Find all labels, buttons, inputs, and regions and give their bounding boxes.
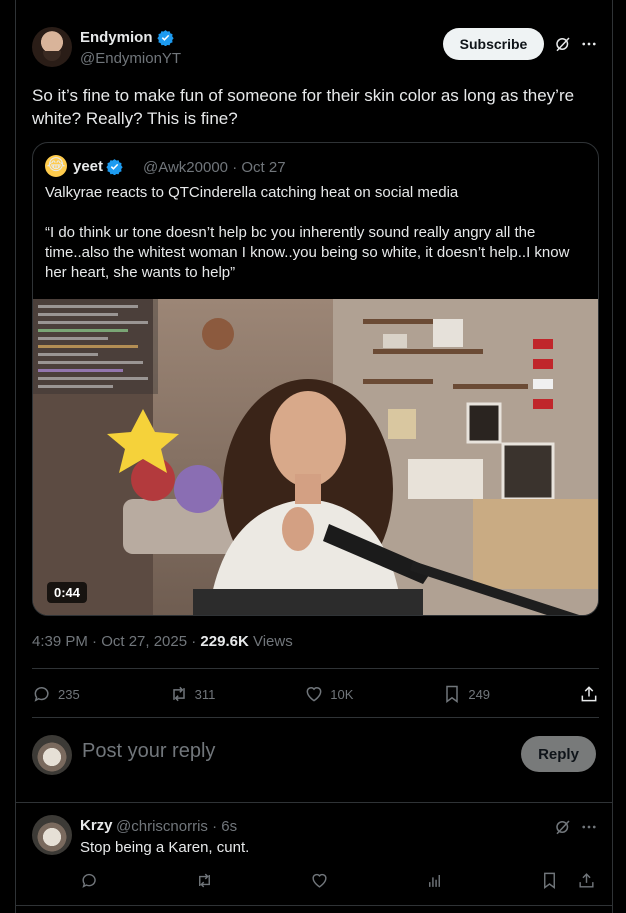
- bookmark-icon: [446, 685, 459, 703]
- reply-action[interactable]: 235: [32, 684, 80, 704]
- quote-text: Valkyrae reacts to QTCinderella catching…: [45, 183, 585, 283]
- grok-icon[interactable]: [553, 817, 573, 837]
- reply-button[interactable]: Reply: [521, 736, 596, 772]
- reply-author-handle[interactable]: @chriscnorris: [116, 818, 208, 835]
- repost-icon: [172, 686, 185, 702]
- reply-icon: [34, 687, 49, 702]
- divider: [16, 905, 612, 906]
- quote-date[interactable]: · Oct 27: [232, 159, 285, 176]
- views-label: Views: [248, 633, 293, 650]
- reply-author-name[interactable]: Krzy: [80, 817, 113, 834]
- reply-time[interactable]: · 6s: [212, 818, 237, 835]
- divider: [32, 668, 599, 669]
- like-count: 10K: [330, 686, 354, 702]
- action-bar: 235 311 10K 249: [32, 682, 599, 706]
- repost-icon[interactable]: [195, 871, 214, 890]
- views-count: 229.6K: [200, 633, 249, 650]
- reply-meta: @chriscnorris · 6s: [116, 818, 237, 835]
- current-user-avatar[interactable]: [32, 735, 72, 775]
- quote-line-1: Valkyrae reacts to QTCinderella catching…: [45, 184, 459, 201]
- author-name-row[interactable]: Endymion: [80, 29, 174, 46]
- author-name[interactable]: Endymion: [80, 29, 153, 46]
- reply-secondary-actions: [540, 871, 596, 891]
- reply-input[interactable]: Post your reply: [82, 740, 215, 763]
- grok-icon[interactable]: [553, 34, 573, 54]
- author-avatar[interactable]: [32, 27, 72, 67]
- share-action[interactable]: [579, 684, 599, 704]
- heart-icon[interactable]: [310, 871, 329, 890]
- share-icon: [581, 686, 597, 702]
- quote-author-name[interactable]: yeet: [73, 158, 103, 175]
- heart-icon: [306, 687, 322, 702]
- reply-icon[interactable]: [80, 871, 99, 890]
- reply-count: 235: [58, 686, 80, 702]
- quote-line-2: “I do think ur tone doesn’t help bc you …: [45, 224, 570, 281]
- quoted-tweet-card[interactable]: 😂 yeet @Awk20000 · Oct 27 Valkyrae react…: [32, 142, 599, 616]
- video-player[interactable]: 0:44: [33, 299, 598, 615]
- repost-count: 311: [194, 686, 216, 702]
- bookmark-icon[interactable]: [540, 871, 559, 890]
- tweet-timestamp: 4:39 PM · Oct 27, 2025 · 229.6K Views: [32, 633, 293, 650]
- reply-text: Stop being a Karen, cunt.: [80, 839, 250, 856]
- tweet-text: So it’s fine to make fun of someone for …: [32, 86, 575, 128]
- quote-name-row[interactable]: yeet: [73, 158, 123, 175]
- quote-meta: @Awk20000 · Oct 27: [143, 159, 286, 176]
- video-duration: 0:44: [47, 582, 88, 603]
- more-icon[interactable]: [579, 34, 599, 54]
- video-thumbnail: [33, 299, 598, 615]
- reply-author-avatar[interactable]: [32, 815, 72, 855]
- divider: [16, 802, 612, 803]
- reply-action-bar: [80, 871, 596, 891]
- quote-avatar[interactable]: 😂: [45, 155, 67, 177]
- more-icon[interactable]: [579, 817, 599, 837]
- share-icon[interactable]: [577, 871, 596, 890]
- like-action[interactable]: 10K: [304, 684, 353, 704]
- repost-action[interactable]: 311: [169, 684, 216, 704]
- bookmark-count: 249: [468, 686, 491, 702]
- author-handle[interactable]: @EndymionYT: [80, 50, 181, 67]
- timeline-column: Endymion @EndymionYT Subscribe So it’s f…: [15, 0, 613, 913]
- tweet-time[interactable]: 4:39 PM · Oct 27, 2025 ·: [32, 633, 200, 650]
- subscribe-button[interactable]: Subscribe: [443, 28, 544, 60]
- quote-handle[interactable]: @Awk20000: [143, 159, 228, 176]
- verified-badge-icon: [106, 159, 123, 175]
- analytics-icon[interactable]: [425, 871, 444, 890]
- bookmark-action[interactable]: 249: [442, 684, 490, 704]
- divider: [32, 717, 599, 718]
- verified-badge-icon: [156, 30, 174, 46]
